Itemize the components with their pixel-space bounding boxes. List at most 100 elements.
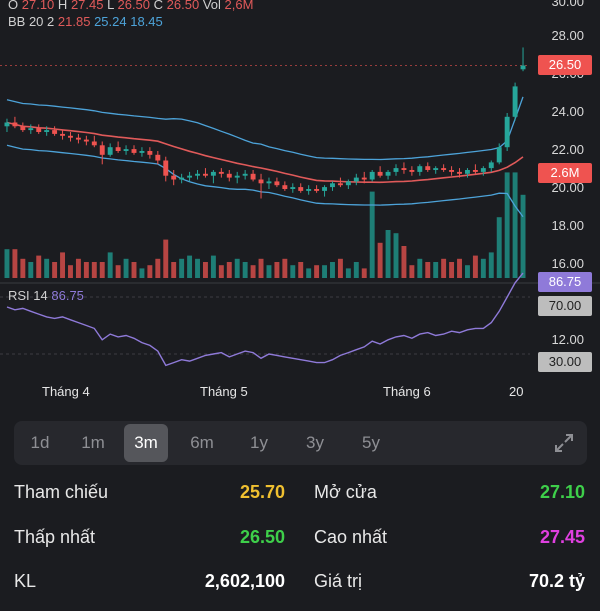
candle-body <box>282 185 288 189</box>
candle-body <box>195 173 200 176</box>
volume-bar <box>322 265 328 278</box>
candle-body <box>266 181 272 184</box>
candle-body <box>36 128 42 132</box>
price-tick: 18.00 <box>551 218 584 233</box>
candle-body <box>210 171 216 176</box>
volume-stat-value: 2,602,100 <box>204 571 285 591</box>
volume-bar <box>433 262 439 278</box>
volume-bar <box>115 265 121 278</box>
volume-bar <box>107 252 113 278</box>
candle-body <box>139 151 145 153</box>
candle-body <box>290 187 296 189</box>
volume-bar <box>274 262 280 278</box>
value-stat-label: Giá trị <box>314 571 363 591</box>
candle-body <box>464 170 470 174</box>
candle-body <box>202 173 208 176</box>
candle-body <box>361 177 367 180</box>
low-stat-value: 26.50 <box>239 527 285 547</box>
volume-bar <box>472 255 478 278</box>
volume-bar <box>20 258 26 278</box>
candle-body <box>242 173 248 176</box>
candle-body <box>68 135 73 138</box>
volume-bar <box>345 268 351 278</box>
candle-body <box>337 183 343 186</box>
rsi-high-tag: 70.00 <box>538 296 592 316</box>
volume-bar <box>377 242 383 278</box>
volume-bar <box>131 262 137 278</box>
candle-body <box>52 130 58 134</box>
open-stat-label: Mở cửa <box>314 482 377 502</box>
period-6m[interactable]: 6m <box>180 421 224 465</box>
candle-body <box>504 116 510 148</box>
volume-bar <box>123 258 129 278</box>
candle-body <box>4 122 10 127</box>
candle-body <box>377 171 383 176</box>
price-tick: 16.00 <box>551 256 584 271</box>
candle-body <box>75 137 81 140</box>
bb-middle-line <box>6 121 524 184</box>
reference-label: Tham chiếu <box>14 482 109 502</box>
volume-bar <box>202 262 208 278</box>
volume-bar <box>250 265 256 278</box>
candle-body <box>274 181 280 186</box>
stats-row: Tham chiếu 25.70 Mở cửa 27.10 <box>0 482 600 522</box>
volume-bar <box>12 249 18 278</box>
volume-bar <box>147 265 153 278</box>
volume-bar <box>179 258 185 278</box>
candle-body <box>417 166 423 172</box>
period-5y[interactable]: 5y <box>350 421 392 465</box>
value-stat-value: 70.2 tỷ <box>528 571 585 591</box>
volume-bar <box>44 258 50 278</box>
volume-bar <box>282 258 288 278</box>
volume-bar <box>337 258 343 278</box>
candle-body <box>433 168 439 170</box>
volume-bar <box>68 265 73 278</box>
expand-icon[interactable] <box>553 432 575 454</box>
volume-bar <box>91 262 97 278</box>
period-3m[interactable]: 3m <box>124 424 168 462</box>
candle-body <box>28 128 34 131</box>
volume-bar <box>139 268 145 278</box>
candle-body <box>99 145 105 155</box>
candle-body <box>298 187 304 191</box>
price-chart[interactable] <box>0 0 600 375</box>
candle-body <box>147 151 153 155</box>
period-selector: 1d 1m 3m 6m 1y 3y 5y <box>14 421 587 465</box>
bb-lower-line <box>6 144 524 218</box>
volume-bar <box>258 258 264 278</box>
candle-body <box>425 166 431 170</box>
volume-bar <box>4 249 10 278</box>
volume-bar <box>195 258 200 278</box>
candle-body <box>234 175 240 178</box>
candle-body <box>314 189 320 191</box>
rsi-label: RSI 14 <box>8 288 48 303</box>
candle-body <box>306 189 312 191</box>
candle-body <box>123 149 129 151</box>
volume-bar <box>520 194 526 278</box>
volume-bar <box>234 258 240 278</box>
candle-body <box>441 168 447 170</box>
volume-bar <box>155 258 161 278</box>
x-tick: Tháng 5 <box>200 384 248 399</box>
period-1d[interactable]: 1d <box>19 421 61 465</box>
volume-bar <box>171 262 177 278</box>
chart-area[interactable]: O 27.10 H 27.45 L 26.50 C 26.50 Vol 2,6M… <box>0 0 600 375</box>
volume-bar <box>385 230 391 278</box>
volume-bar <box>75 258 81 278</box>
volume-bar <box>393 233 399 278</box>
price-tick: 22.00 <box>551 142 584 157</box>
candle-body <box>171 175 177 180</box>
candle-body <box>322 187 328 191</box>
period-1m[interactable]: 1m <box>72 421 114 465</box>
candle-body <box>409 170 415 172</box>
candle-body <box>401 168 407 170</box>
period-3y[interactable]: 3y <box>294 421 336 465</box>
volume-bar <box>417 258 423 278</box>
period-1y[interactable]: 1y <box>238 421 280 465</box>
volume-bar <box>290 265 296 278</box>
high-stat-label: Cao nhất <box>314 527 388 547</box>
candle-body <box>107 147 113 155</box>
volume-bar <box>60 252 66 278</box>
rsi-tick: 12.00 <box>551 332 584 347</box>
rsi-line <box>6 272 524 367</box>
